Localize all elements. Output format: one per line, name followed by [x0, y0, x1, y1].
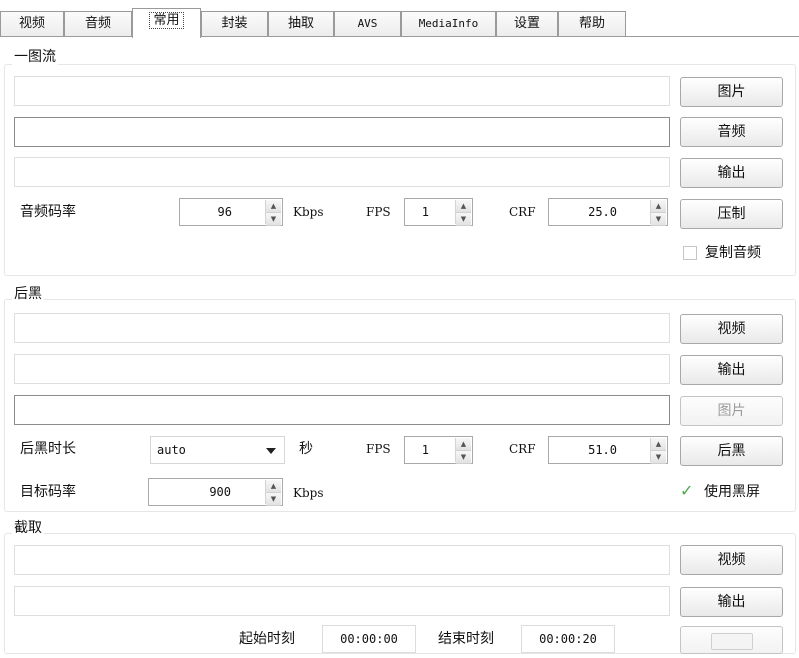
seconds-label: 秒	[299, 441, 313, 457]
one-image-stream-title: 一图流	[12, 46, 58, 66]
target-bitrate-spinner[interactable]: 900 ▲ ▼	[148, 478, 283, 506]
target-bitrate-arrows[interactable]: ▲ ▼	[265, 480, 281, 506]
clip-video-path-field[interactable]	[14, 545, 670, 575]
post-black-button[interactable]: 后黑	[680, 436, 783, 466]
spin-up-icon[interactable]: ▲	[456, 438, 471, 451]
pb-video-button[interactable]: 视频	[680, 314, 783, 344]
crf-spinner[interactable]: 25.0 ▲ ▼	[548, 198, 668, 226]
clip-output-path-input[interactable]	[15, 587, 669, 615]
spin-down-icon[interactable]: ▼	[456, 213, 471, 226]
clip-output-button[interactable]: 输出	[680, 587, 783, 617]
spin-down-icon[interactable]: ▼	[651, 213, 666, 226]
tab-help[interactable]: 帮助	[558, 11, 626, 37]
pb-output-button[interactable]: 输出	[680, 355, 783, 385]
spin-up-icon[interactable]: ▲	[266, 200, 281, 213]
pb-fps-spinner[interactable]: 1 ▲ ▼	[404, 436, 473, 464]
tab-audio[interactable]: 音频	[64, 11, 132, 37]
clip-title: 截取	[12, 517, 44, 537]
output-button[interactable]: 输出	[680, 158, 783, 188]
tab-avs[interactable]: AVS	[334, 11, 401, 37]
crf-label: CRF	[509, 205, 536, 219]
pb-video-path-input[interactable]	[15, 314, 669, 342]
start-time-field[interactable]: 00:00:00	[322, 625, 416, 653]
audio-bitrate-value: 96	[217, 205, 232, 219]
spin-up-icon[interactable]: ▲	[651, 200, 666, 213]
fps-spinner[interactable]: 1 ▲ ▼	[404, 198, 473, 226]
audio-path-field[interactable]	[14, 117, 670, 147]
copy-audio-label[interactable]: 复制音频	[705, 244, 761, 262]
pb-output-path-field[interactable]	[14, 354, 670, 384]
tab-settings[interactable]: 设置	[496, 11, 558, 37]
audio-bitrate-label: 音频码率	[20, 204, 76, 220]
pb-crf-value: 51.0	[588, 443, 617, 457]
output-path-input[interactable]	[15, 158, 669, 186]
output-path-field[interactable]	[14, 157, 670, 187]
spin-up-icon[interactable]: ▲	[651, 438, 666, 451]
image-path-input[interactable]	[15, 77, 669, 105]
checkmark-icon[interactable]: ✓	[680, 483, 693, 499]
tab-extract[interactable]: 抽取	[268, 11, 334, 37]
spin-down-icon[interactable]: ▼	[651, 451, 666, 464]
pb-image-button[interactable]: 图片	[680, 396, 783, 426]
pb-image-path-field[interactable]	[14, 395, 670, 425]
pb-fps-arrows[interactable]: ▲ ▼	[455, 438, 471, 464]
pb-crf-label: CRF	[509, 442, 536, 456]
post-black-title: 后黑	[12, 283, 44, 303]
end-time-field[interactable]: 00:00:20	[521, 625, 615, 653]
tab-bar-divider	[0, 36, 799, 37]
clip-output-path-field[interactable]	[14, 586, 670, 616]
pb-crf-spinner[interactable]: 51.0 ▲ ▼	[548, 436, 668, 464]
duration-select[interactable]: auto	[150, 436, 285, 464]
chevron-down-icon[interactable]	[266, 448, 276, 454]
target-kbps-label: Kbps	[293, 486, 324, 500]
target-bitrate-value: 900	[209, 485, 231, 499]
clip-run-icon	[711, 633, 753, 650]
spin-down-icon[interactable]: ▼	[266, 493, 281, 506]
pb-fps-label: FPS	[366, 442, 391, 456]
start-time-label: 起始时刻	[239, 631, 295, 647]
clip-video-path-input[interactable]	[15, 546, 669, 574]
target-bitrate-label: 目标码率	[20, 484, 76, 500]
pb-image-path-input[interactable]	[15, 396, 669, 424]
tab-video[interactable]: 视频	[0, 11, 64, 37]
spin-down-icon[interactable]: ▼	[456, 451, 471, 464]
crf-value: 25.0	[588, 205, 617, 219]
spin-up-icon[interactable]: ▲	[456, 200, 471, 213]
pb-crf-arrows[interactable]: ▲ ▼	[650, 438, 666, 464]
crf-arrows[interactable]: ▲ ▼	[650, 200, 666, 226]
copy-audio-checkbox[interactable]	[683, 246, 697, 260]
clip-run-button[interactable]	[680, 626, 783, 654]
audio-bitrate-arrows[interactable]: ▲ ▼	[265, 200, 281, 226]
audio-path-input[interactable]	[15, 118, 669, 146]
encode-button[interactable]: 压制	[680, 199, 783, 229]
fps-value: 1	[421, 205, 429, 219]
duration-value: auto	[157, 443, 186, 457]
pb-output-path-input[interactable]	[15, 355, 669, 383]
pb-fps-value: 1	[421, 443, 429, 457]
spin-down-icon[interactable]: ▼	[266, 213, 281, 226]
duration-label: 后黑时长	[20, 441, 76, 457]
fps-label: FPS	[366, 205, 391, 219]
spin-up-icon[interactable]: ▲	[266, 480, 281, 493]
tab-common[interactable]: 常用	[132, 8, 201, 38]
image-path-field[interactable]	[14, 76, 670, 106]
audio-bitrate-spinner[interactable]: 96 ▲ ▼	[179, 198, 283, 226]
pb-video-path-field[interactable]	[14, 313, 670, 343]
tab-mux[interactable]: 封装	[201, 11, 268, 37]
fps-arrows[interactable]: ▲ ▼	[455, 200, 471, 226]
use-black-screen-label[interactable]: 使用黑屏	[704, 483, 760, 501]
image-button[interactable]: 图片	[680, 77, 783, 107]
clip-video-button[interactable]: 视频	[680, 545, 783, 575]
end-time-label: 结束时刻	[438, 631, 494, 647]
audio-kbps-label: Kbps	[293, 205, 324, 219]
tab-mediainfo[interactable]: MediaInfo	[401, 11, 496, 37]
audio-button[interactable]: 音频	[680, 117, 783, 147]
